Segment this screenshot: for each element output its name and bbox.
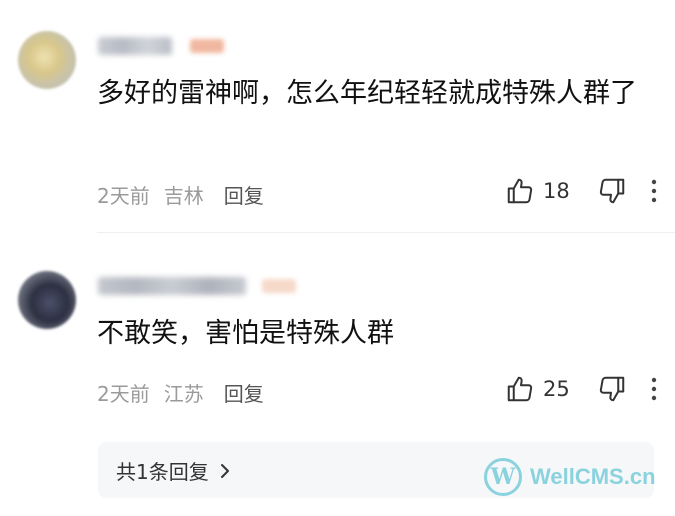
thumbs-down-icon[interactable] <box>597 374 627 404</box>
comment-location: 吉林 <box>163 184 204 208</box>
thumbs-down-icon[interactable] <box>597 176 627 206</box>
like-count: 18 <box>543 179 570 203</box>
reply-button[interactable]: 回复 <box>224 378 264 407</box>
comment-actions: 25 <box>505 374 657 404</box>
reply-button[interactable]: 回复 <box>224 180 264 209</box>
comment-text: 不敢笑，害怕是特殊人群 <box>97 318 394 349</box>
view-replies-button[interactable]: 共1条回复 <box>116 456 231 485</box>
avatar[interactable] <box>18 271 76 329</box>
level-badge <box>190 39 224 53</box>
comment-time: 2天前 <box>97 184 150 208</box>
comment-meta: 2天前 江苏 回复 <box>97 378 264 407</box>
thumbs-up-icon[interactable] <box>505 374 535 404</box>
thumbs-up-icon[interactable] <box>505 176 535 206</box>
like-count: 25 <box>543 377 570 401</box>
more-vertical-icon[interactable] <box>651 178 657 204</box>
avatar[interactable] <box>18 31 76 89</box>
level-badge <box>262 279 296 293</box>
username-blurred[interactable] <box>98 37 172 55</box>
comment-meta: 2天前 吉林 回复 <box>97 180 264 209</box>
comment-text: 多好的雷神啊，怎么年纪轻轻就成特殊人群了 <box>97 78 637 109</box>
comment-time: 2天前 <box>97 382 150 406</box>
comment-item: 不敢笑，害怕是特殊人群 2天前 江苏 回复 25 <box>0 240 675 430</box>
watermark-text: WellCMS.cn <box>530 464 656 489</box>
chevron-right-icon <box>220 463 229 478</box>
replies-label: 共1条回复 <box>116 460 209 484</box>
comment-location: 江苏 <box>163 382 204 406</box>
divider <box>97 232 675 233</box>
watermark: W WellCMS.cn <box>484 458 656 496</box>
username-blurred[interactable] <box>98 277 246 295</box>
comment-actions: 18 <box>505 176 657 206</box>
watermark-logo: W <box>484 458 522 496</box>
more-vertical-icon[interactable] <box>651 376 657 402</box>
comment-item: 多好的雷神啊，怎么年纪轻轻就成特殊人群了 2天前 吉林 回复 18 <box>0 0 675 233</box>
